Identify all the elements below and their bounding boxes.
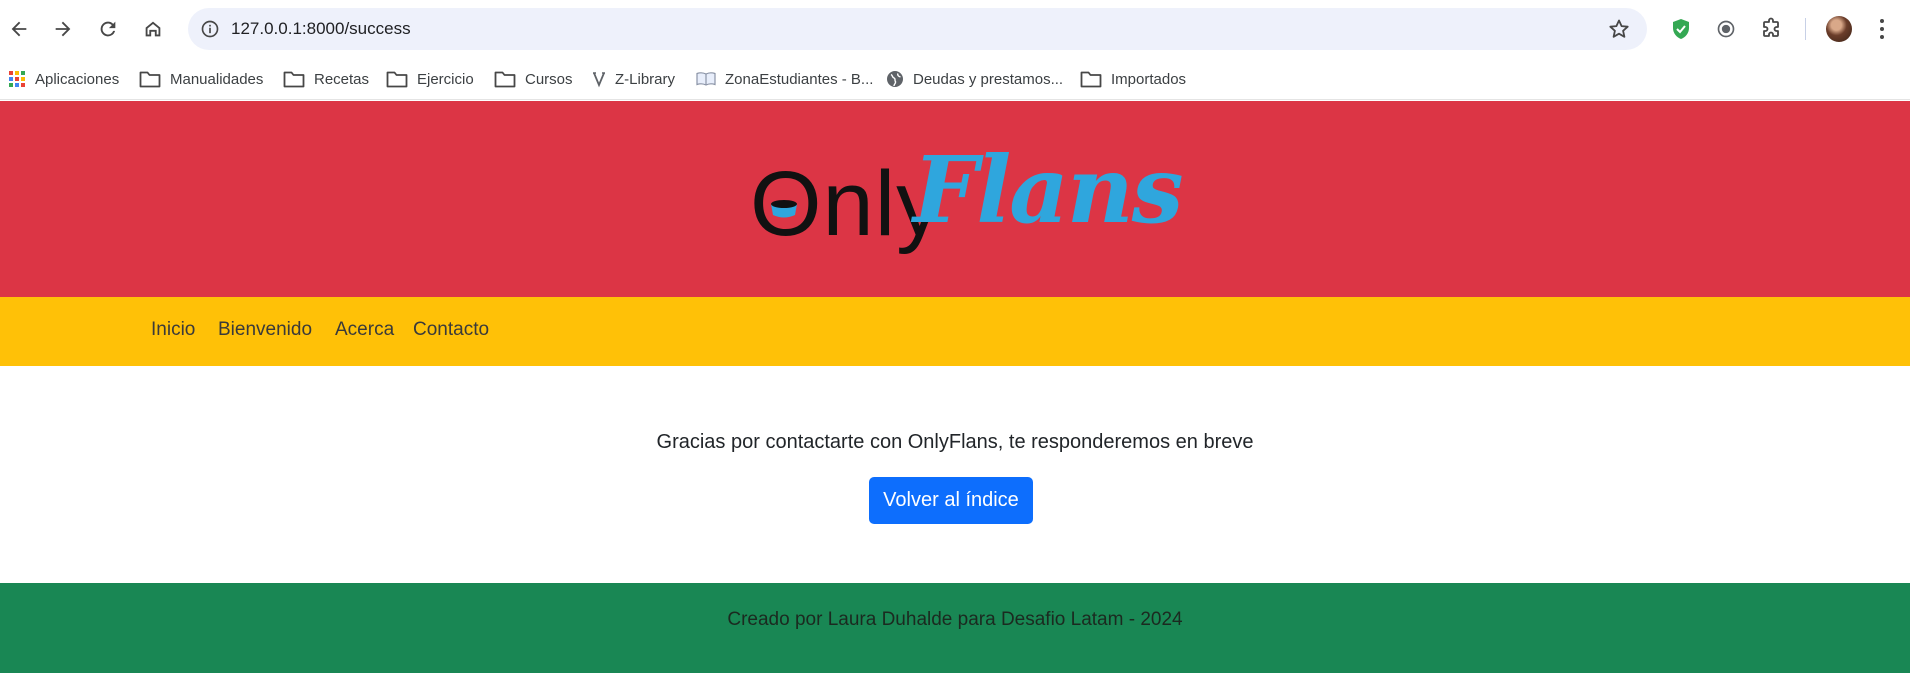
bookmark-label: Importados	[1111, 70, 1187, 88]
bookmark-recetas[interactable]: Recetas	[283, 65, 369, 93]
site-header: Only Flans	[0, 101, 1910, 297]
apps-grid-icon	[9, 71, 25, 87]
extensions-puzzle-icon[interactable]	[1758, 16, 1784, 42]
bookmark-importados[interactable]: Importados	[1080, 65, 1186, 93]
arrow-left-icon	[11, 21, 27, 37]
address-bar[interactable]: 127.0.0.1:8000/success	[188, 8, 1647, 50]
bookmark-cursos[interactable]: Cursos	[494, 65, 573, 93]
globe-icon	[887, 71, 903, 87]
footer-text: Creado por Laura Duhalde para Desafio La…	[727, 609, 1183, 630]
nav-inicio[interactable]: Inicio	[151, 319, 195, 341]
success-message: Gracias por contactarte con OnlyFlans, t…	[656, 431, 1254, 453]
zlibrary-icon	[593, 72, 605, 88]
profile-avatar[interactable]	[1826, 16, 1852, 42]
bookmark-label: ZonaEstudiantes - B...	[725, 70, 874, 88]
home-button[interactable]	[136, 12, 170, 46]
reload-button[interactable]	[91, 12, 125, 46]
bookmark-label: Manualidades	[170, 70, 264, 88]
bookmark-zlibrary[interactable]: Z-Library	[592, 65, 675, 93]
nav-contacto[interactable]: Contacto	[413, 319, 489, 341]
home-icon	[145, 21, 161, 37]
browser-toolbar: 127.0.0.1:8000/success	[0, 0, 1910, 58]
bookmark-label: Recetas	[314, 70, 370, 88]
main-nav: Inicio Bienvenido Acerca Contacto	[0, 297, 1910, 366]
url-text: 127.0.0.1:8000/success	[231, 19, 411, 38]
flan-icon	[771, 200, 797, 218]
bookmark-manualidades[interactable]: Manualidades	[139, 65, 263, 93]
bookmark-label: Aplicaciones	[35, 70, 120, 88]
folder-icon	[1080, 71, 1102, 88]
bookmark-label: Ejercicio	[417, 70, 474, 88]
folder-icon	[283, 71, 305, 88]
bookmark-deudas[interactable]: Deudas y prestamos...	[886, 65, 1063, 93]
logo-text-flans: Flans	[913, 136, 1184, 244]
bookmark-ejercicio[interactable]: Ejercicio	[386, 65, 474, 93]
back-button[interactable]	[2, 12, 36, 46]
back-to-index-button[interactable]: Volver al índice	[869, 477, 1033, 524]
nav-acerca[interactable]: Acerca	[335, 319, 394, 341]
folder-icon	[139, 71, 161, 88]
reload-icon	[100, 21, 116, 37]
folder-icon	[386, 71, 408, 88]
more-menu-icon[interactable]	[1872, 16, 1892, 42]
site-info-icon[interactable]	[198, 17, 222, 41]
record-extension-icon[interactable]	[1713, 16, 1739, 42]
main-content: Gracias por contactarte con OnlyFlans, t…	[0, 366, 1910, 583]
bookmarks-bar: Aplicaciones Manualidades Recetas Ejerci…	[0, 58, 1910, 100]
bookmark-label: Deudas y prestamos...	[913, 70, 1064, 88]
toolbar-divider	[1805, 18, 1806, 40]
book-icon	[696, 72, 716, 86]
forward-button[interactable]	[46, 12, 80, 46]
site-footer: Creado por Laura Duhalde para Desafio La…	[0, 583, 1910, 673]
arrow-right-icon	[55, 21, 71, 37]
nav-bienvenido[interactable]: Bienvenido	[218, 319, 312, 341]
bookmark-star-icon[interactable]	[1607, 17, 1631, 41]
onlyflans-logo[interactable]: Only Flans	[750, 144, 1184, 254]
folder-icon	[494, 71, 516, 88]
bookmark-label: Cursos	[525, 70, 573, 88]
bookmark-aplicaciones[interactable]: Aplicaciones	[8, 65, 119, 93]
bookmark-zonaestudiantes[interactable]: ZonaEstudiantes - B...	[696, 65, 873, 93]
shield-extension-icon[interactable]	[1668, 16, 1694, 42]
bookmark-label: Z-Library	[615, 70, 676, 88]
